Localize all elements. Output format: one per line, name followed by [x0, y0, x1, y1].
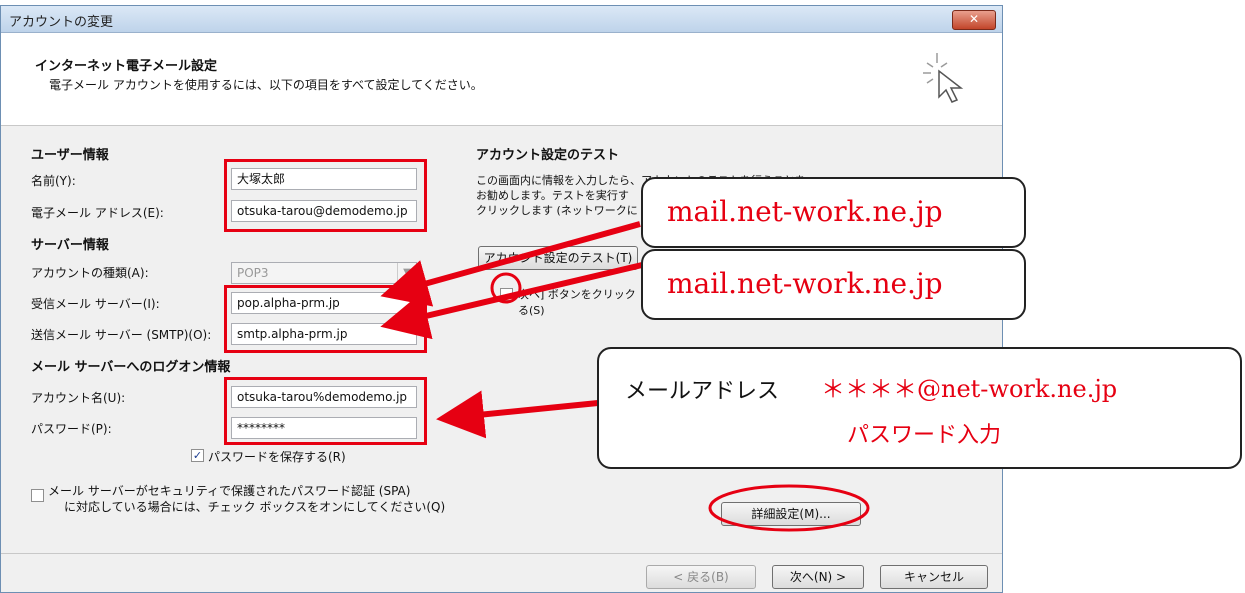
- spa-label-line2: に対応している場合には、チェック ボックスをオンにしてください(Q): [64, 500, 446, 514]
- email-label: 電子メール アドレス(E):: [31, 206, 164, 220]
- window-title: アカウントの変更: [9, 15, 114, 30]
- test-heading: アカウント設定のテスト: [476, 148, 620, 163]
- outgoing-callout-text: mail.net-work.ne.jp: [667, 267, 943, 300]
- cancel-button[interactable]: キャンセル: [880, 565, 988, 589]
- back-button[interactable]: < 戻る(B): [646, 565, 756, 589]
- logon-callout-prefix: メールアドレス: [625, 379, 780, 404]
- logon-info-heading: メール サーバーへのログオン情報: [31, 360, 231, 375]
- incoming-callout: mail.net-work.ne.jp: [641, 177, 1026, 248]
- highlight-server-info: [224, 285, 427, 353]
- user-info-heading: ユーザー情報: [31, 148, 109, 163]
- header-subtitle: 電子メール アカウントを使用するには、以下の項目をすべて設定してください。: [49, 78, 483, 92]
- logon-callout-password: パスワード入力: [847, 423, 1002, 448]
- logon-callout: メールアドレス ＊＊＊＊@net-work.ne.jp パスワード入力: [597, 347, 1242, 469]
- next-test-label: 次へ] ボタンをクリック: [518, 288, 636, 301]
- spa-label-line1: メール サーバーがセキュリティで保護されたパスワード認証 (SPA): [48, 484, 411, 498]
- incoming-callout-text: mail.net-work.ne.jp: [667, 195, 943, 228]
- save-password-checkbox[interactable]: ✓: [191, 449, 204, 462]
- account-type-value: POP3: [237, 266, 269, 280]
- test-account-button[interactable]: アカウント設定のテスト(T): [478, 246, 638, 270]
- account-type-label: アカウントの種類(A):: [31, 266, 149, 280]
- header-title: インターネット電子メール設定: [35, 59, 218, 74]
- incoming-server-label: 受信メール サーバー(I):: [31, 297, 160, 311]
- highlight-logon-info: [224, 377, 427, 445]
- outgoing-callout: mail.net-work.ne.jp: [641, 249, 1026, 320]
- dialog-header: インターネット電子メール設定 電子メール アカウントを使用するには、以下の項目を…: [1, 33, 1002, 126]
- chevron-down-icon: ▼: [397, 263, 416, 283]
- server-info-heading: サーバー情報: [31, 238, 109, 253]
- account-name-label: アカウント名(U):: [31, 391, 126, 405]
- password-label: パスワード(P):: [31, 422, 112, 436]
- next-button[interactable]: 次へ(N) >: [772, 565, 864, 589]
- outgoing-server-label: 送信メール サーバー (SMTP)(O):: [31, 328, 212, 342]
- test-desc-line3: クリックします (ネットワークに: [476, 204, 638, 217]
- account-type-select: POP3 ▼: [231, 262, 417, 284]
- title-bar: アカウントの変更 ✕: [1, 6, 1002, 33]
- test-desc-line2: お勧めします。テストを実行す: [476, 189, 629, 202]
- next-test-checkbox[interactable]: [500, 288, 513, 301]
- close-button[interactable]: ✕: [952, 10, 996, 30]
- name-label: 名前(Y):: [31, 174, 76, 188]
- sparkle-cursor-icon: [923, 53, 964, 103]
- footer-divider: [1, 553, 1002, 554]
- save-password-label: パスワードを保存する(R): [208, 450, 346, 464]
- advanced-settings-button[interactable]: 詳細設定(M)...: [721, 502, 861, 526]
- highlight-user-info: [224, 159, 427, 232]
- next-test-label-2: る(S): [518, 304, 545, 317]
- spa-checkbox[interactable]: [31, 489, 44, 502]
- logon-callout-account: ＊＊＊＊@net-work.ne.jp: [821, 375, 1118, 403]
